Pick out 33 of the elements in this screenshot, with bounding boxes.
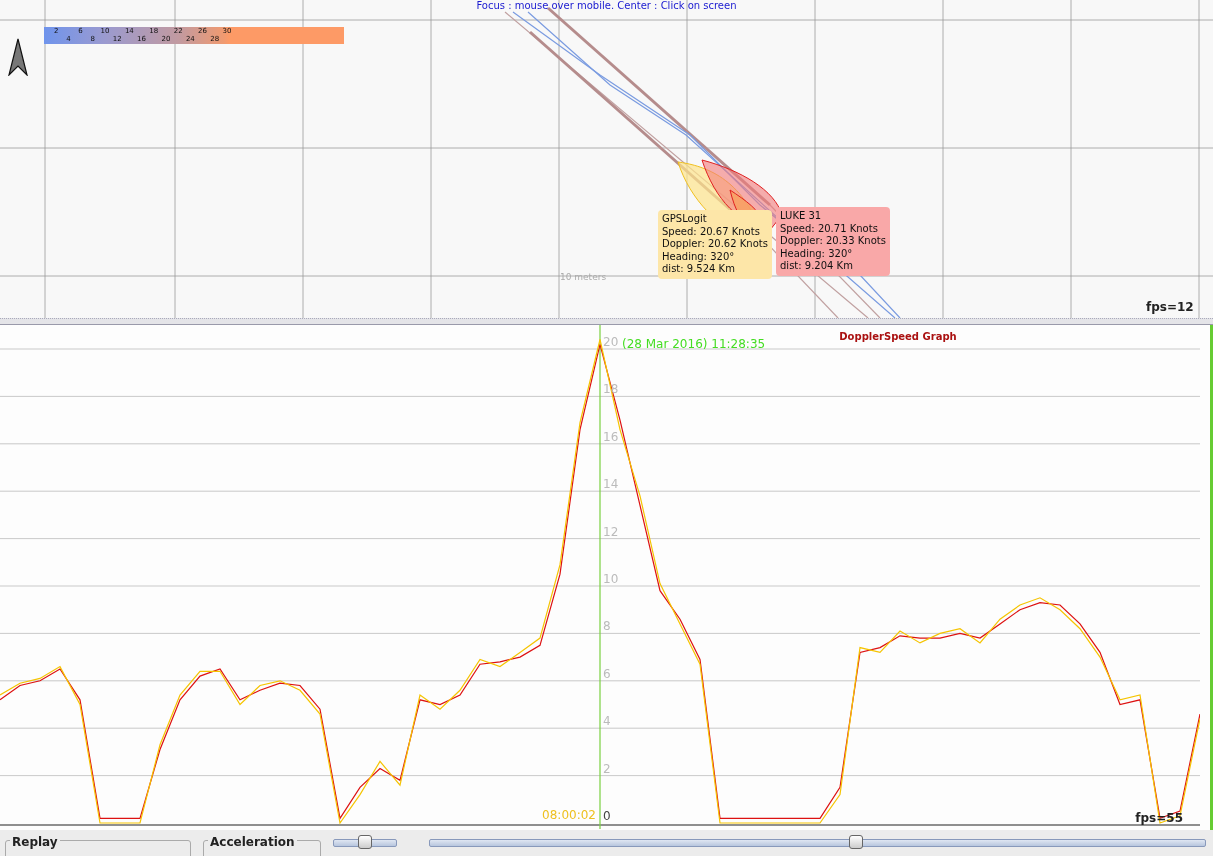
north-arrow-icon: [8, 38, 28, 76]
group-label: Replay: [10, 835, 60, 849]
popup-line: GPSLogit: [662, 213, 707, 226]
y-tick-label: 0: [603, 809, 611, 823]
y-tick-label: 12: [603, 524, 619, 539]
y-tick-label: 20: [603, 335, 619, 349]
popup-line: Heading: 320°: [780, 247, 853, 261]
popup-line: Speed: 20.67 Knots: [662, 225, 760, 239]
popup-line: Speed: 20.71 Knots: [780, 222, 878, 236]
fps-counter: fps=12: [1146, 300, 1194, 314]
group-label: Acceleration: [208, 835, 297, 849]
popup-line: dist: 9.204 Km: [780, 260, 853, 273]
y-tick-label: 16: [603, 429, 619, 444]
y-tick-label: 14: [603, 477, 619, 492]
y-tick-label: 6: [603, 666, 611, 681]
y-tick-label: 8: [603, 619, 611, 634]
popup-line: Heading: 320°: [662, 250, 735, 264]
map-hint: Focus : mouse over mobile. Center : Click on screen: [476, 0, 737, 11]
timeline-slider[interactable]: [429, 834, 1206, 850]
popup-line: dist: 9.524 Km: [662, 263, 735, 276]
cursor-time: (28 Mar 2016) 11:28:35: [622, 337, 766, 351]
cursor-start-time: 08:00:02: [542, 808, 596, 822]
acceleration-slider[interactable]: [333, 834, 397, 850]
y-tick-label: 4: [603, 714, 611, 729]
slider-thumb[interactable]: [358, 835, 372, 849]
popup-line: Doppler: 20.33 Knots: [780, 235, 886, 248]
graph-title: DopplerSpeed Graph: [839, 331, 957, 342]
popup-line: Doppler: 20.62 Knots: [662, 238, 768, 251]
y-tick-label: 10: [603, 572, 619, 586]
scale-label: 10 meters: [560, 272, 607, 282]
popup-line: LUKE 31: [780, 210, 822, 223]
y-tick-label: 2: [603, 761, 611, 776]
slider-thumb[interactable]: [849, 835, 864, 849]
